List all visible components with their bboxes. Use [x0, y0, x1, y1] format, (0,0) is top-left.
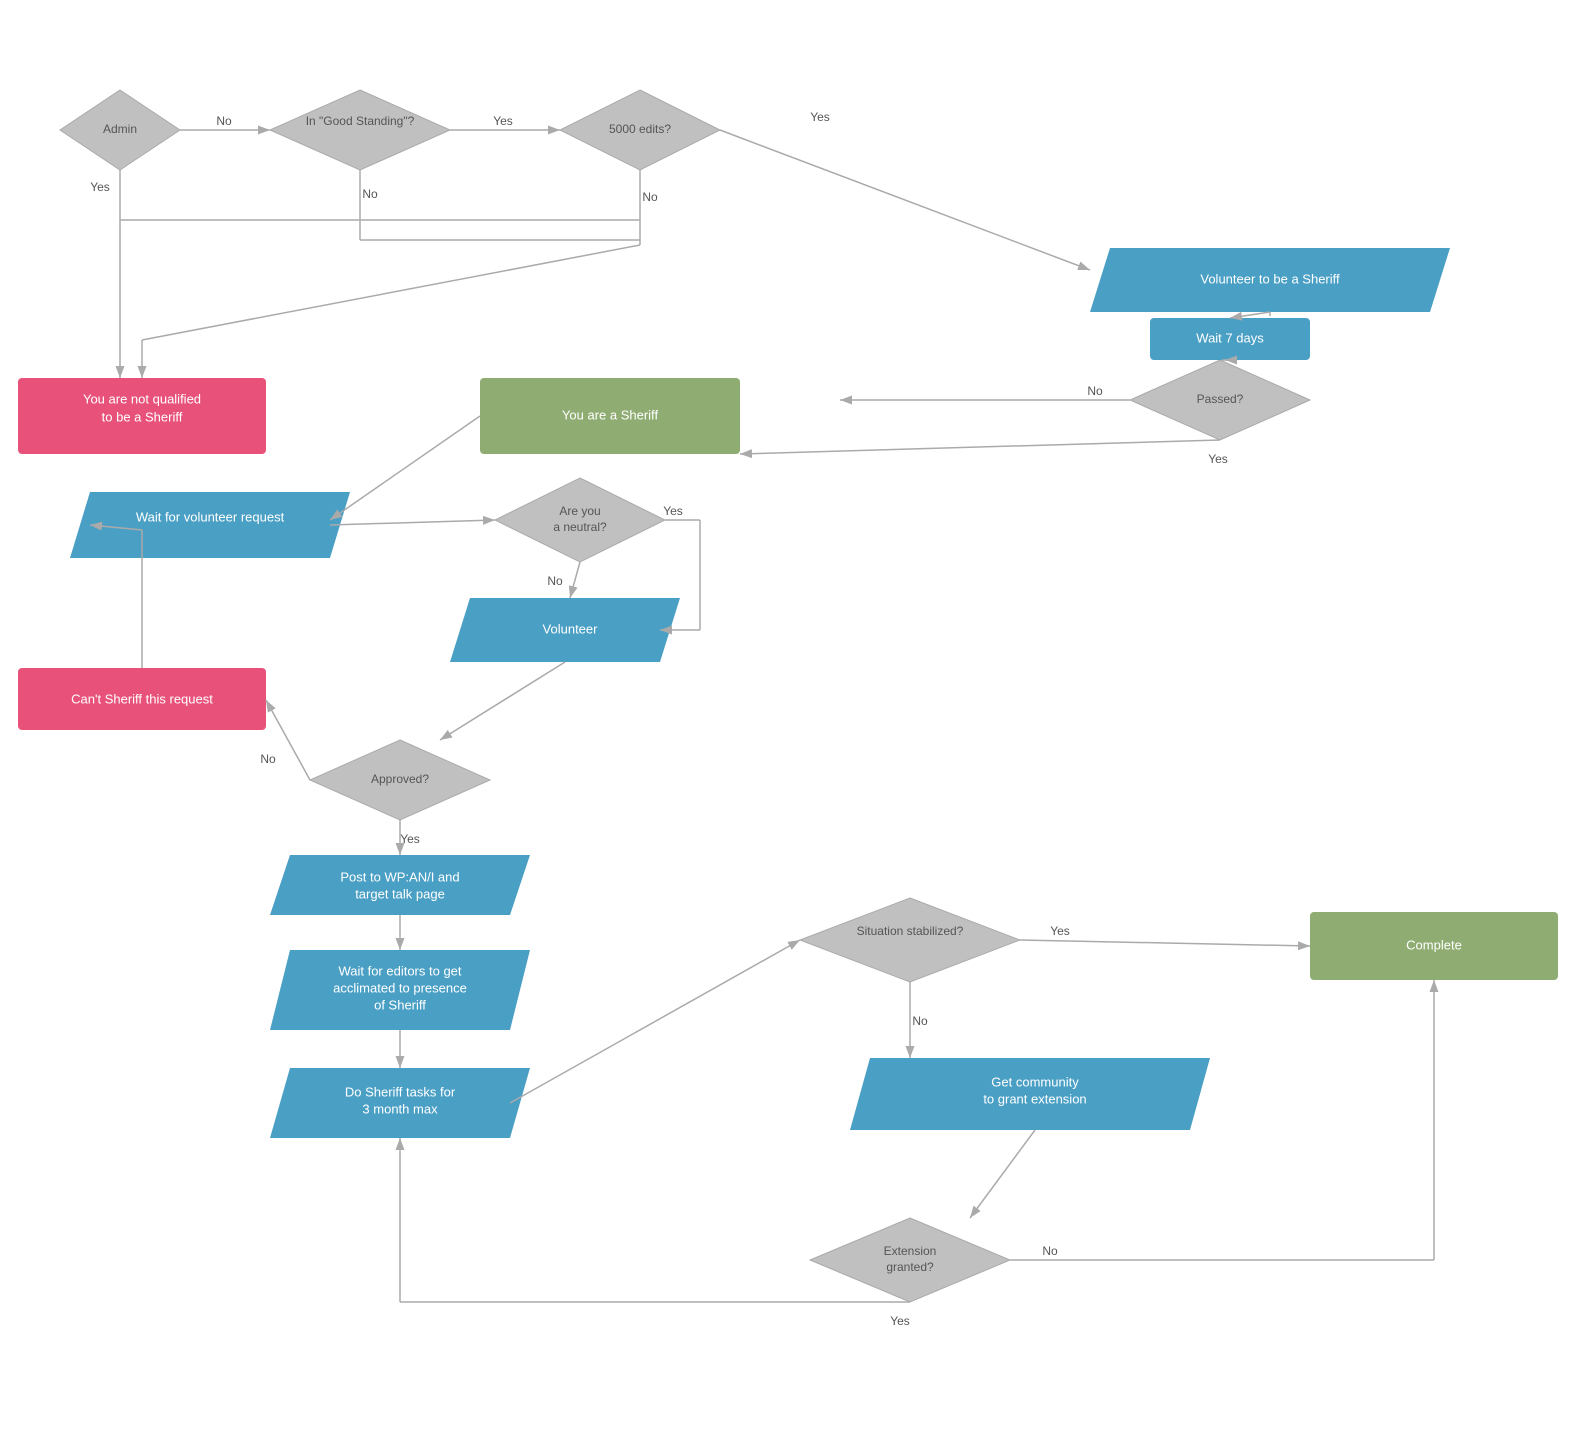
label-yes-admin: Yes [90, 180, 110, 194]
wait-volunteer-label1: Wait for volunteer request [136, 509, 285, 524]
admin-label: Admin [103, 122, 137, 136]
you-are-sheriff-label: You are a Sheriff [562, 407, 659, 422]
label-yes-gs-edits: Yes [493, 114, 513, 128]
label-no-extension: No [1042, 1244, 1058, 1258]
label-no-situation: No [912, 1014, 928, 1028]
do-sheriff-to-situation [510, 940, 800, 1103]
post-wp-label2: target talk page [355, 886, 445, 901]
volunteer-label: Volunteer [543, 621, 599, 636]
get-community-to-extension [970, 1130, 1035, 1218]
label-no-approved: No [260, 752, 276, 766]
neutral-label1: Are you [559, 504, 600, 518]
post-wp-shape [270, 855, 530, 915]
label-yes-situation: Yes [1050, 924, 1070, 938]
approved-no-left [266, 700, 310, 780]
label-yes-edits: Yes [810, 110, 830, 124]
label-yes-neutral: Yes [663, 504, 683, 518]
convergence-down2 [142, 245, 640, 340]
approved-label: Approved? [371, 772, 429, 786]
edits-label: 5000 edits? [609, 122, 671, 136]
situation-diamond [800, 898, 1020, 982]
volunteer-sheriff-label: Volunteer to be a Sheriff [1200, 271, 1340, 286]
complete-label: Complete [1406, 937, 1462, 952]
label-yes-passed: Yes [1208, 452, 1228, 466]
label-yes-approved: Yes [400, 832, 420, 846]
get-community-label1: Get community [991, 1074, 1079, 1089]
get-community-label2: to grant extension [983, 1091, 1086, 1106]
volunteer-to-approved [440, 662, 565, 740]
passed-label: Passed? [1197, 392, 1244, 406]
wait7-label: Wait 7 days [1196, 330, 1264, 345]
passed-yes-line [740, 440, 1220, 454]
cant-sheriff-label: Can't Sheriff this request [71, 691, 213, 706]
wait-editors-label1: Wait for editors to get [338, 963, 461, 978]
not-qualified-label2: to be a Sheriff [102, 409, 183, 424]
label-yes-extension: Yes [890, 1314, 910, 1328]
label-no-edits: No [642, 190, 658, 204]
neutral-no-down [570, 562, 580, 598]
wait-vol-to-neutral [330, 520, 495, 525]
post-wp-label1: Post to WP:AN/I and [340, 869, 459, 884]
extension-label1: Extension [884, 1244, 937, 1258]
good-standing-label: In "Good Standing"? [306, 114, 415, 128]
wait-editors-label3: of Sheriff [374, 997, 426, 1012]
volunteer-sheriff-to-wait7 [1230, 312, 1270, 318]
wait-volunteer-shape [70, 492, 350, 558]
label-no-gs: No [362, 187, 378, 201]
wait-editors-label2: acclimated to presence [333, 980, 467, 995]
good-standing-diamond [270, 90, 450, 170]
label-no-passed: No [1087, 384, 1103, 398]
neutral-label2: a neutral? [553, 520, 607, 534]
sheriff-to-wait-vol [330, 416, 480, 520]
situation-yes-right [1020, 940, 1310, 946]
label-no-admin-gs: No [216, 114, 232, 128]
do-sheriff-label1: Do Sheriff tasks for [345, 1084, 456, 1099]
edits-to-volunteer-sheriff [720, 130, 1090, 270]
do-sheriff-label2: 3 month max [362, 1101, 438, 1116]
extension-label2: granted? [886, 1260, 934, 1274]
label-no-neutral: No [547, 574, 563, 588]
not-qualified-label1: You are not qualified [83, 391, 201, 406]
situation-label1: Situation stabilized? [857, 924, 964, 938]
